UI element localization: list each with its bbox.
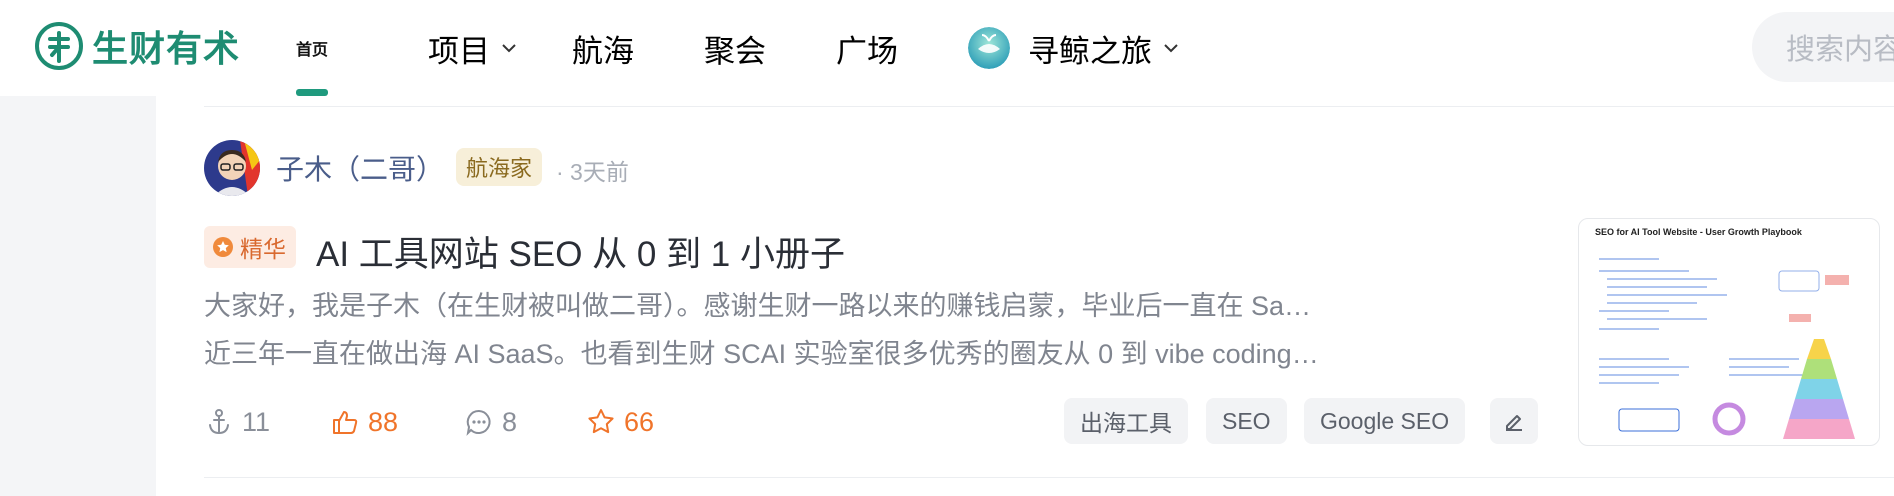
post-time: · 3天前 xyxy=(556,159,629,185)
feed-content: 子木（二哥） 航海家 · 3天前 精华 AI 工具网站 SEO 从 0 到 1 … xyxy=(156,96,1894,496)
divider xyxy=(204,106,1894,107)
tag-chip[interactable]: 出海工具 xyxy=(1064,398,1188,444)
logo-mark-icon xyxy=(35,22,83,70)
edit-button[interactable] xyxy=(1490,398,1538,444)
active-indicator xyxy=(296,89,329,96)
anchor-count: 11 xyxy=(242,406,271,437)
nav-square[interactable]: 广场 xyxy=(836,0,898,96)
search-input[interactable]: 搜索内容 xyxy=(1752,12,1894,82)
avatar-image xyxy=(204,140,260,196)
nav-home-label: 首页 xyxy=(296,42,329,59)
excerpt-line-1: 大家好，我是子木（在生财被叫做二哥）。感谢生财一路以来的赚钱启蒙，毕业后一直在 … xyxy=(204,291,1324,321)
featured-badge: 精华 xyxy=(204,226,296,268)
edit-icon xyxy=(1506,415,1522,431)
featured-label: 精华 xyxy=(240,236,286,262)
comment-count: 8 xyxy=(502,406,518,437)
chevron-down-icon xyxy=(502,44,516,53)
logo-text: 生财有术 xyxy=(92,28,241,69)
nav-whale-journey[interactable]: 寻鲸之旅 xyxy=(968,0,1180,96)
nav-meetup[interactable]: 聚会 xyxy=(704,0,766,96)
favorite-stat[interactable]: 66 xyxy=(586,402,654,442)
author-name[interactable]: 子木（二哥） xyxy=(276,148,444,188)
post-title[interactable]: AI 工具网站 SEO 从 0 到 1 小册子 xyxy=(316,226,845,277)
excerpt-line-2: 近三年一直在做出海 AI SaaS。也看到生财 SCAI 实验室很多优秀的圈友从… xyxy=(204,339,1324,369)
comment-icon xyxy=(466,409,491,436)
author-level-badge: 航海家 xyxy=(456,148,543,186)
nav-meetup-label: 聚会 xyxy=(704,33,766,69)
nav-projects[interactable]: 项目 xyxy=(428,0,518,96)
thumbs-up-icon xyxy=(333,411,358,434)
nav-voyage-label: 航海 xyxy=(572,33,634,69)
like-count: 88 xyxy=(368,406,399,437)
tag-chip[interactable]: SEO xyxy=(1206,398,1287,444)
featured-icon xyxy=(213,237,233,257)
post-excerpt[interactable]: 大家好，我是子木（在生财被叫做二哥）。感谢生财一路以来的赚钱启蒙，毕业后一直在 … xyxy=(204,282,1324,378)
star-icon xyxy=(588,409,614,434)
like-stat[interactable]: 88 xyxy=(330,402,398,442)
tag-chip[interactable]: Google SEO xyxy=(1304,398,1466,444)
site-logo[interactable]: 生财有术 xyxy=(34,20,240,72)
whale-avatar-icon xyxy=(968,27,1010,69)
divider xyxy=(204,477,1894,478)
mindmap-preview-image xyxy=(1599,258,1855,439)
nav-whale-journey-label: 寻鲸之旅 xyxy=(1028,33,1152,69)
favorite-count: 66 xyxy=(624,406,655,437)
nav-voyage[interactable]: 航海 xyxy=(572,0,634,96)
author-avatar[interactable] xyxy=(204,140,260,196)
chevron-down-icon xyxy=(1164,44,1178,53)
anchor-stat[interactable]: 11 xyxy=(204,402,270,442)
post-thumbnail[interactable]: SEO for AI Tool Website - User Growth Pl… xyxy=(1578,218,1880,446)
nav-projects-label: 项目 xyxy=(428,33,490,69)
comment-stat[interactable]: 8 xyxy=(464,402,517,442)
anchor-icon xyxy=(209,409,229,435)
search-placeholder: 搜索内容 xyxy=(1786,34,1894,66)
top-header: 生财有术 首页 项目 航海 聚会 广场 寻鲸之旅 搜索内容 xyxy=(0,0,1894,96)
nav-square-label: 广场 xyxy=(836,33,898,69)
nav-home[interactable]: 首页 xyxy=(296,0,329,96)
